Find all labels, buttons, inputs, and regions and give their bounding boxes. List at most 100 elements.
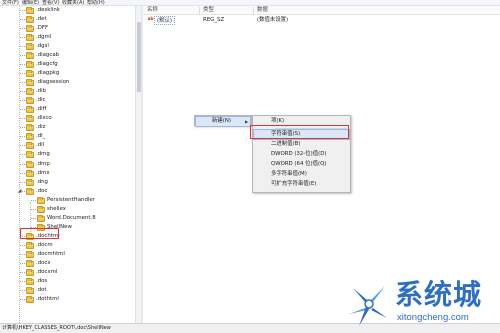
tree-item[interactable]: .dos — [20, 277, 134, 286]
folder-icon — [26, 61, 34, 69]
column-divider[interactable] — [199, 7, 200, 14]
tree-connector — [31, 217, 36, 219]
string-value-icon: ab — [147, 17, 154, 22]
tree-connector — [20, 262, 25, 264]
tree-item-label: .docm — [36, 241, 53, 248]
tree-connector — [20, 91, 25, 93]
folder-icon — [37, 205, 45, 213]
folder-icon — [26, 187, 34, 195]
submenu-item-expandable-string-value[interactable]: 可扩充字符串值(E) — [254, 180, 349, 189]
tree-item[interactable]: .diff — [20, 105, 134, 114]
tree-item[interactable]: .dothtml — [20, 295, 134, 304]
tree-item-label: Word.Document.8 — [47, 214, 96, 221]
value-name: (默认) — [154, 16, 175, 25]
tree-item-label: .dib — [36, 88, 47, 95]
tree-item[interactable]: .diagcab — [20, 51, 134, 60]
tree-connector — [20, 271, 25, 273]
tree-item[interactable]: .desklink — [20, 6, 134, 15]
submenu-item-qword-value-label: QWORD (64 位)值(Q) — [271, 161, 327, 167]
tree-connector — [20, 154, 25, 156]
tree-item[interactable]: PersistentHandler — [31, 196, 134, 205]
tree-item[interactable]: .docm — [20, 241, 134, 250]
tree-item[interactable]: Word.Document.8 — [31, 214, 134, 223]
tree-connector — [20, 73, 25, 75]
tree-item-label: .dgml — [36, 34, 52, 41]
submenu-item-multi-string-value[interactable]: 多字符串值(M) — [254, 170, 349, 179]
tree-connector — [20, 10, 25, 11]
tree-item-label: .diagpkg — [36, 70, 60, 77]
tree-item[interactable]: .dgsl — [20, 42, 134, 51]
tree-item-label: .doc — [36, 187, 48, 194]
folder-icon — [26, 88, 34, 96]
menu-item-new-label: 新建(N) — [212, 118, 232, 124]
tree-item[interactable]: .dmx — [20, 169, 134, 178]
tree-item-label: .dng — [36, 178, 48, 185]
folder-icon — [26, 250, 34, 258]
tree-item[interactable]: .dmp — [20, 160, 134, 169]
tree-item[interactable]: .diz — [20, 123, 134, 132]
tree-item[interactable]: .disco — [20, 114, 134, 123]
submenu-item-qword-value[interactable]: QWORD (64 位)值(Q) — [254, 160, 349, 169]
tree-item[interactable]: .det — [20, 15, 134, 24]
tree-connector — [20, 172, 25, 174]
tree-item-label: PersistentHandler — [47, 196, 95, 203]
folder-icon — [26, 70, 34, 78]
value-type: REG_SZ — [203, 17, 225, 23]
folder-icon — [26, 124, 34, 132]
tree-item-label: .dmx — [36, 169, 50, 176]
tree-item[interactable]: .docx — [20, 259, 134, 268]
context-menu: 新建(N) ▶ — [194, 115, 252, 127]
submenu-item-dword-value[interactable]: DWORD (32-位)值(D) — [254, 150, 349, 159]
tree-item-label: .desklink — [36, 7, 60, 13]
tree-item-label: .docx — [36, 259, 51, 266]
tree-connector — [20, 100, 25, 102]
tree-item[interactable]: ◢ .doc — [17, 187, 134, 196]
string-value-highlight — [250, 125, 349, 139]
folder-icon — [26, 79, 34, 87]
tree-item[interactable]: .diagsession — [20, 78, 134, 87]
submenu-item-binary-value[interactable]: 二进制值(B) — [254, 140, 349, 149]
menu-item-new[interactable]: 新建(N) ▶ — [195, 116, 251, 127]
tree-item[interactable]: .docmhtml — [20, 250, 134, 259]
column-data[interactable]: 数据 — [257, 6, 268, 15]
tree-item[interactable]: .dng — [20, 178, 134, 187]
key-tree-pane[interactable]: .desklink .det .DFF .dgml .dgsl .diagcab .diag… — [0, 6, 141, 323]
tree-connector — [20, 163, 25, 165]
folder-icon — [26, 34, 34, 42]
value-row-default[interactable]: ab (默认) REG_SZ (数值未设置) — [143, 16, 500, 25]
tree-item-label: .dic — [36, 97, 46, 104]
tree-item[interactable]: .dib — [20, 87, 134, 96]
tree-connector — [20, 298, 25, 300]
column-name[interactable]: 名称 — [147, 6, 158, 15]
column-divider[interactable] — [253, 7, 254, 14]
tree-item[interactable]: .dgml — [20, 33, 134, 42]
tree-connector — [20, 136, 25, 138]
tree-item-label: .diff — [36, 106, 47, 113]
tree-item-label: shellex — [47, 205, 66, 212]
tree-connector — [20, 127, 25, 129]
folder-icon — [26, 25, 34, 33]
tree-item[interactable]: .dmg — [20, 150, 134, 159]
tree-item-label: .DFF — [36, 25, 49, 32]
tree-item[interactable]: .dic — [20, 96, 134, 105]
tree-item[interactable]: shellex — [31, 205, 134, 214]
tree-item[interactable]: .diagcfg — [20, 60, 134, 69]
value-data: (数值未设置) — [257, 17, 289, 23]
tree-item[interactable]: .diagpkg — [20, 69, 134, 78]
tree-item-label: .dgsl — [36, 43, 49, 50]
tree-connector — [20, 181, 25, 183]
tree-item[interactable]: .DFF — [20, 24, 134, 33]
watermark: 系统城 xitongcheng.com — [345, 278, 500, 333]
tree-item[interactable]: .dot — [20, 286, 134, 295]
tree-item[interactable]: .dl_ — [20, 132, 134, 141]
tree-item-label: .dos — [36, 277, 48, 284]
column-type[interactable]: 类型 — [203, 6, 214, 15]
tree-item[interactable]: .docxml — [20, 268, 134, 277]
folder-icon — [26, 106, 34, 114]
folder-icon — [26, 133, 34, 141]
submenu-item-binary-value-label: 二进制值(B) — [271, 141, 301, 147]
folder-icon — [26, 178, 34, 186]
tree-item[interactable]: .dll — [20, 141, 134, 150]
folder-icon — [26, 142, 34, 150]
expanded-arrow-icon[interactable]: ◢ — [17, 188, 22, 194]
